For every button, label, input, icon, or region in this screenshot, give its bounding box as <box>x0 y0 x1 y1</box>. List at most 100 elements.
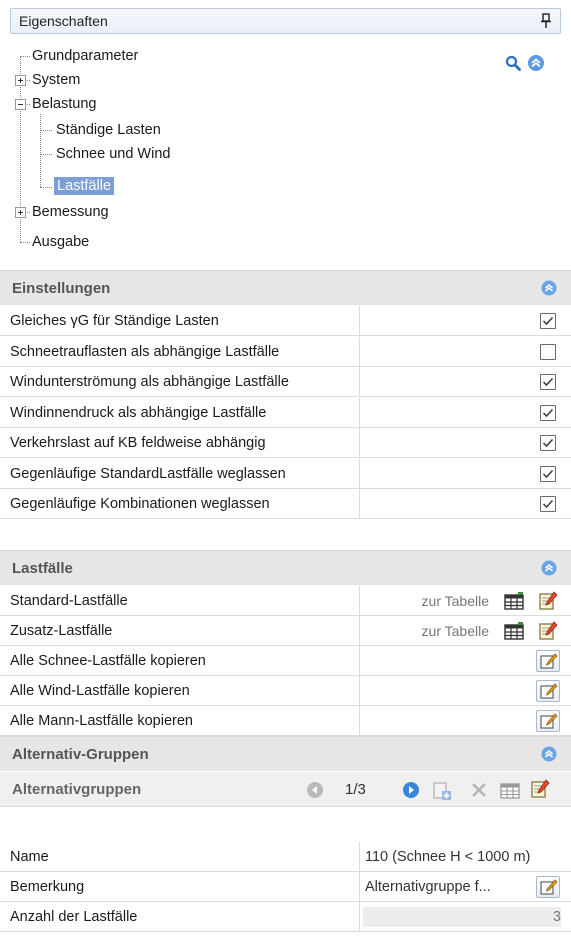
edit-icon <box>540 653 558 669</box>
anzahl-value: 3 <box>552 909 561 925</box>
section-lastfaelle[interactable]: Lastfälle <box>0 550 571 585</box>
tree-item-label: Schnee und Wind <box>56 146 171 162</box>
setting-checkbox[interactable] <box>540 313 556 329</box>
setting-row: Gegenläufige Kombinationen weglassen <box>0 489 571 519</box>
collapse-up-icon[interactable] <box>527 54 545 72</box>
panel-title: Eigenschaften <box>19 13 108 29</box>
setting-checkbox[interactable] <box>540 404 556 421</box>
next-icon[interactable] <box>402 781 420 799</box>
check-icon <box>542 408 554 417</box>
check-icon <box>542 499 554 509</box>
row-label: Bemerkung <box>10 879 85 895</box>
tree-item-ausgabe[interactable]: Ausgabe <box>32 231 89 253</box>
tree-item-system[interactable]: System <box>32 69 80 91</box>
setting-checkbox[interactable] <box>540 465 556 482</box>
tree-item-grundparameter[interactable]: Grundparameter <box>32 45 138 67</box>
edit-button[interactable] <box>536 680 560 702</box>
edit-button[interactable] <box>536 650 560 672</box>
tree-item-label: Belastung <box>32 96 97 112</box>
section-einstellungen[interactable]: Einstellungen <box>0 270 571 305</box>
setting-label: Gegenläufige StandardLastfälle weglassen <box>10 465 286 482</box>
tree-item-label: Lastfälle <box>54 177 115 195</box>
expand-icon[interactable] <box>15 75 26 86</box>
setting-checkbox[interactable] <box>540 496 556 512</box>
setting-checkbox[interactable] <box>540 374 556 390</box>
setting-label: Windinnendruck als abhängige Lastfälle <box>10 404 267 421</box>
tree-item-label: Ständige Lasten <box>56 122 161 138</box>
setting-label: Gegenläufige Kombinationen weglassen <box>10 496 270 512</box>
navigation-tree: Grundparameter System Belastung Ständige… <box>10 44 561 266</box>
table-icon[interactable] <box>504 592 524 610</box>
setting-label: Verkehrslast auf KB feldweise abhängig <box>10 435 266 451</box>
name-field[interactable]: 110 (Schnee H < 1000 m) <box>365 842 561 872</box>
tree-item-label: Grundparameter <box>32 48 139 64</box>
check-icon <box>542 377 554 387</box>
setting-label: Gleiches γG für Ständige Lasten <box>10 313 219 329</box>
section-alternativ-gruppen[interactable]: Alternativ-Gruppen <box>0 736 571 771</box>
alternativgruppen-navigator: Alternativgruppen 1/3 <box>0 772 571 807</box>
edit-button[interactable] <box>536 710 560 732</box>
tree-item-staendige-lasten[interactable]: Ständige Lasten <box>56 119 161 141</box>
collapse-up-icon[interactable] <box>541 280 557 296</box>
tree-item-label: Bemessung <box>32 204 109 220</box>
setting-row: Verkehrslast auf KB feldweise abhängig <box>0 428 571 458</box>
edit-icon[interactable] <box>538 591 558 611</box>
setting-row: Gleiches γG für Ständige Lasten <box>0 306 571 336</box>
collapse-icon[interactable] <box>15 99 26 110</box>
check-icon <box>542 316 554 326</box>
row-zusatz-lastfaelle: Zusatz-Lastfälle zur Tabelle <box>0 616 571 646</box>
zur-tabelle-link[interactable]: zur Tabelle <box>422 586 489 616</box>
edit-button[interactable] <box>536 876 560 898</box>
row-label: Zusatz-Lastfälle <box>10 623 113 639</box>
edit-icon[interactable] <box>538 621 558 641</box>
setting-row: Schneetrauflasten als abhängige Lastfäll… <box>0 336 571 367</box>
section-title: Einstellungen <box>12 279 111 297</box>
collapse-up-icon[interactable] <box>541 560 557 576</box>
search-icon[interactable] <box>505 55 521 71</box>
expand-icon[interactable] <box>15 207 26 218</box>
row-label: Alle Wind-Lastfälle kopieren <box>10 683 190 699</box>
tree-item-lastfaelle[interactable]: Lastfälle <box>54 175 115 197</box>
row-label: Standard-Lastfälle <box>10 593 128 609</box>
prev-icon[interactable] <box>306 781 324 799</box>
setting-checkbox[interactable] <box>540 435 556 451</box>
tree-item-label: Ausgabe <box>32 234 90 250</box>
record-counter: 1/3 <box>345 781 366 798</box>
row-copy-schnee: Alle Schnee-Lastfälle kopieren <box>0 646 571 676</box>
row-label: Anzahl der Lastfälle <box>10 909 138 925</box>
navigator-title: Alternativgruppen <box>12 781 142 798</box>
grid-icon[interactable] <box>500 781 520 799</box>
edit-icon[interactable] <box>530 779 550 799</box>
row-name: Name 110 (Schnee H < 1000 m) <box>0 842 571 872</box>
tree-item-schnee-und-wind[interactable]: Schnee und Wind <box>56 143 170 165</box>
edit-icon <box>540 683 558 699</box>
tree-item-belastung[interactable]: Belastung <box>32 93 97 115</box>
add-icon[interactable] <box>432 781 452 801</box>
row-label: Alle Mann-Lastfälle kopieren <box>10 713 193 729</box>
setting-row: Windunterströmung als abhängige Lastfäll… <box>0 367 571 397</box>
check-icon <box>542 438 554 448</box>
row-label: Name <box>10 849 49 865</box>
tree-item-label: System <box>32 72 81 88</box>
setting-label: Windunterströmung als abhängige Lastfäll… <box>10 374 289 390</box>
pin-icon[interactable] <box>540 13 552 29</box>
tree-item-bemessung[interactable]: Bemessung <box>32 201 109 223</box>
row-copy-mann: Alle Mann-Lastfälle kopieren <box>0 706 571 736</box>
check-icon <box>542 469 554 478</box>
setting-checkbox[interactable] <box>540 343 556 360</box>
setting-row: Gegenläufige StandardLastfälle weglassen <box>0 458 571 489</box>
bemerkung-field[interactable]: Alternativgruppe f... <box>365 872 523 902</box>
row-standard-lastfaelle: Standard-Lastfälle zur Tabelle <box>0 586 571 616</box>
table-icon[interactable] <box>504 622 524 640</box>
row-copy-wind: Alle Wind-Lastfälle kopieren <box>0 676 571 706</box>
setting-label: Schneetrauflasten als abhängige Lastfäll… <box>10 343 280 360</box>
edit-icon <box>540 879 558 895</box>
row-label: Alle Schnee-Lastfälle kopieren <box>10 653 206 669</box>
row-bemerkung: Bemerkung Alternativgruppe f... <box>0 872 571 902</box>
zur-tabelle-link[interactable]: zur Tabelle <box>422 616 489 646</box>
setting-row: Windinnendruck als abhängige Lastfälle <box>0 397 571 428</box>
collapse-up-icon[interactable] <box>541 746 557 762</box>
section-title: Lastfälle <box>12 559 73 577</box>
section-title: Alternativ-Gruppen <box>12 745 149 763</box>
delete-icon[interactable] <box>470 781 488 799</box>
